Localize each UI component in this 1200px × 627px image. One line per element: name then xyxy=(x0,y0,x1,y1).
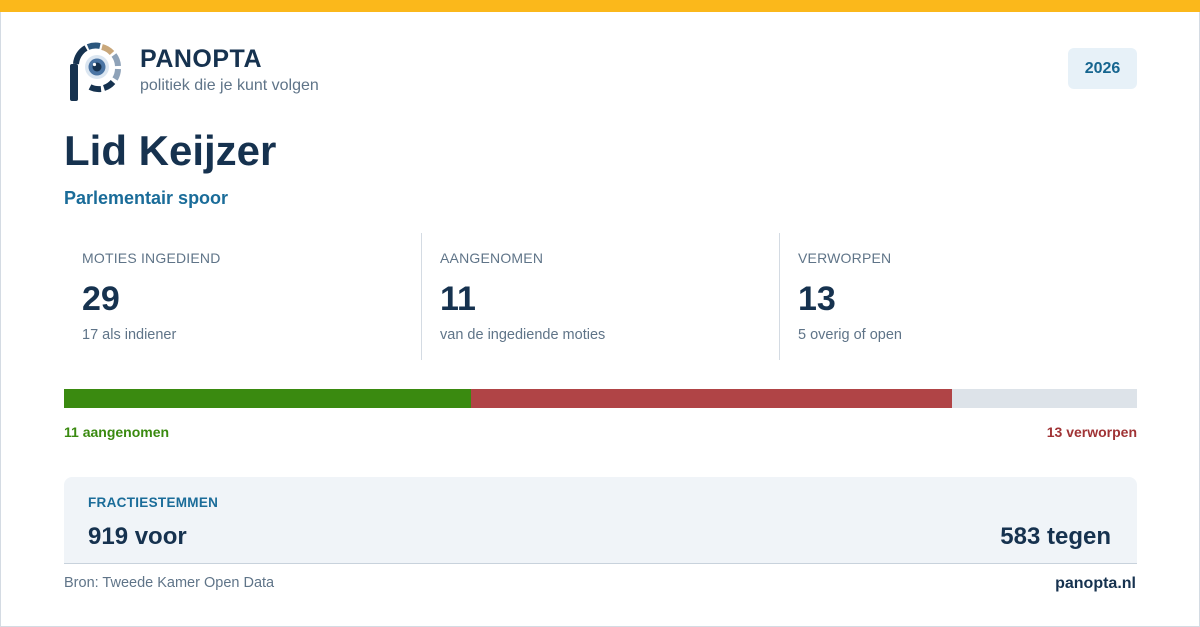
stat-note: 17 als indiener xyxy=(82,327,177,343)
votes-label: FRACTIESTEMMEN xyxy=(88,495,219,510)
stat-accepted: AANGENOMEN 11 van de ingediende moties xyxy=(421,233,779,360)
stat-label: AANGENOMEN xyxy=(440,250,544,266)
top-accent-bar xyxy=(0,0,1200,12)
year-badge: 2026 xyxy=(1068,48,1137,89)
stat-value: 29 xyxy=(82,280,120,318)
page-subtitle: Parlementair spoor xyxy=(64,188,229,208)
stat-note: 5 overig of open xyxy=(798,327,902,343)
votes-against: 583 tegen xyxy=(1000,523,1111,550)
site-link[interactable]: panopta.nl xyxy=(1055,575,1136,593)
stat-value: 11 xyxy=(440,280,476,318)
rejected-segment xyxy=(471,389,952,408)
stat-value: 13 xyxy=(798,280,836,318)
outcome-bar xyxy=(64,389,1137,408)
stats-row: MOTIES INGEDIEND 29 17 als indiener AANG… xyxy=(64,233,1137,360)
rejected-label: 13 verworpen xyxy=(1046,424,1137,440)
stat-submitted: MOTIES INGEDIEND 29 17 als indiener xyxy=(64,233,421,360)
accepted-segment xyxy=(64,389,471,408)
eye-p-logo-icon xyxy=(70,42,121,101)
stat-rejected: VERWORPEN 13 5 overig of open xyxy=(779,233,1137,360)
votes-for: 919 voor xyxy=(88,523,187,550)
stat-note: van de ingediende moties xyxy=(440,327,606,343)
accepted-label: 11 aangenomen xyxy=(64,424,170,440)
page-title: Lid Keijzer xyxy=(64,127,277,174)
brand-tagline: politiek die je kunt volgen xyxy=(140,77,319,94)
stat-label: VERWORPEN xyxy=(798,250,892,266)
stat-label: MOTIES INGEDIEND xyxy=(82,250,221,266)
brand-name: PANOPTA xyxy=(140,45,263,73)
source-note: Bron: Tweede Kamer Open Data xyxy=(64,575,275,591)
faction-votes-panel: FRACTIESTEMMEN 919 voor 583 tegen xyxy=(64,477,1137,564)
